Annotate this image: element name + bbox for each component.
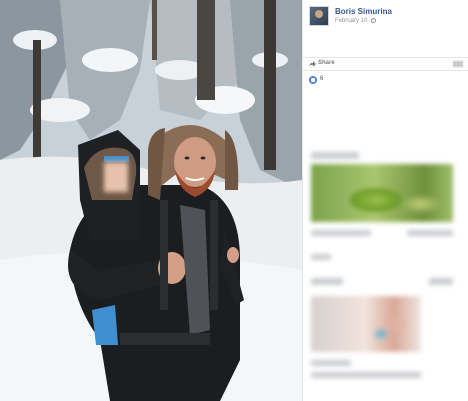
- post-photo[interactable]: [0, 0, 302, 401]
- blurred-feed-line: [311, 250, 461, 270]
- author-name[interactable]: Boris Simurina: [335, 7, 392, 16]
- like-icon: [309, 76, 317, 84]
- blurred-feed-item: [311, 150, 461, 246]
- post-header: Boris Simurina February 10: [309, 6, 463, 28]
- blurred-thumbnail: [311, 296, 421, 352]
- post-meta: February 10: [335, 18, 377, 24]
- photo-scene: [0, 0, 302, 401]
- post-side-panel: Boris Simurina February 10 Share 6: [302, 0, 468, 401]
- post-date[interactable]: February 10: [335, 18, 367, 24]
- share-button[interactable]: Share: [318, 60, 335, 66]
- reaction-count: 6: [320, 76, 324, 82]
- options-icon[interactable]: [453, 61, 463, 67]
- share-arrow-icon[interactable]: [309, 61, 316, 67]
- blurred-feed-item: [311, 276, 461, 394]
- blurred-thumbnail: [311, 164, 453, 222]
- globe-icon: [371, 18, 377, 23]
- action-bar: Share: [303, 57, 468, 71]
- author-avatar[interactable]: [309, 6, 329, 26]
